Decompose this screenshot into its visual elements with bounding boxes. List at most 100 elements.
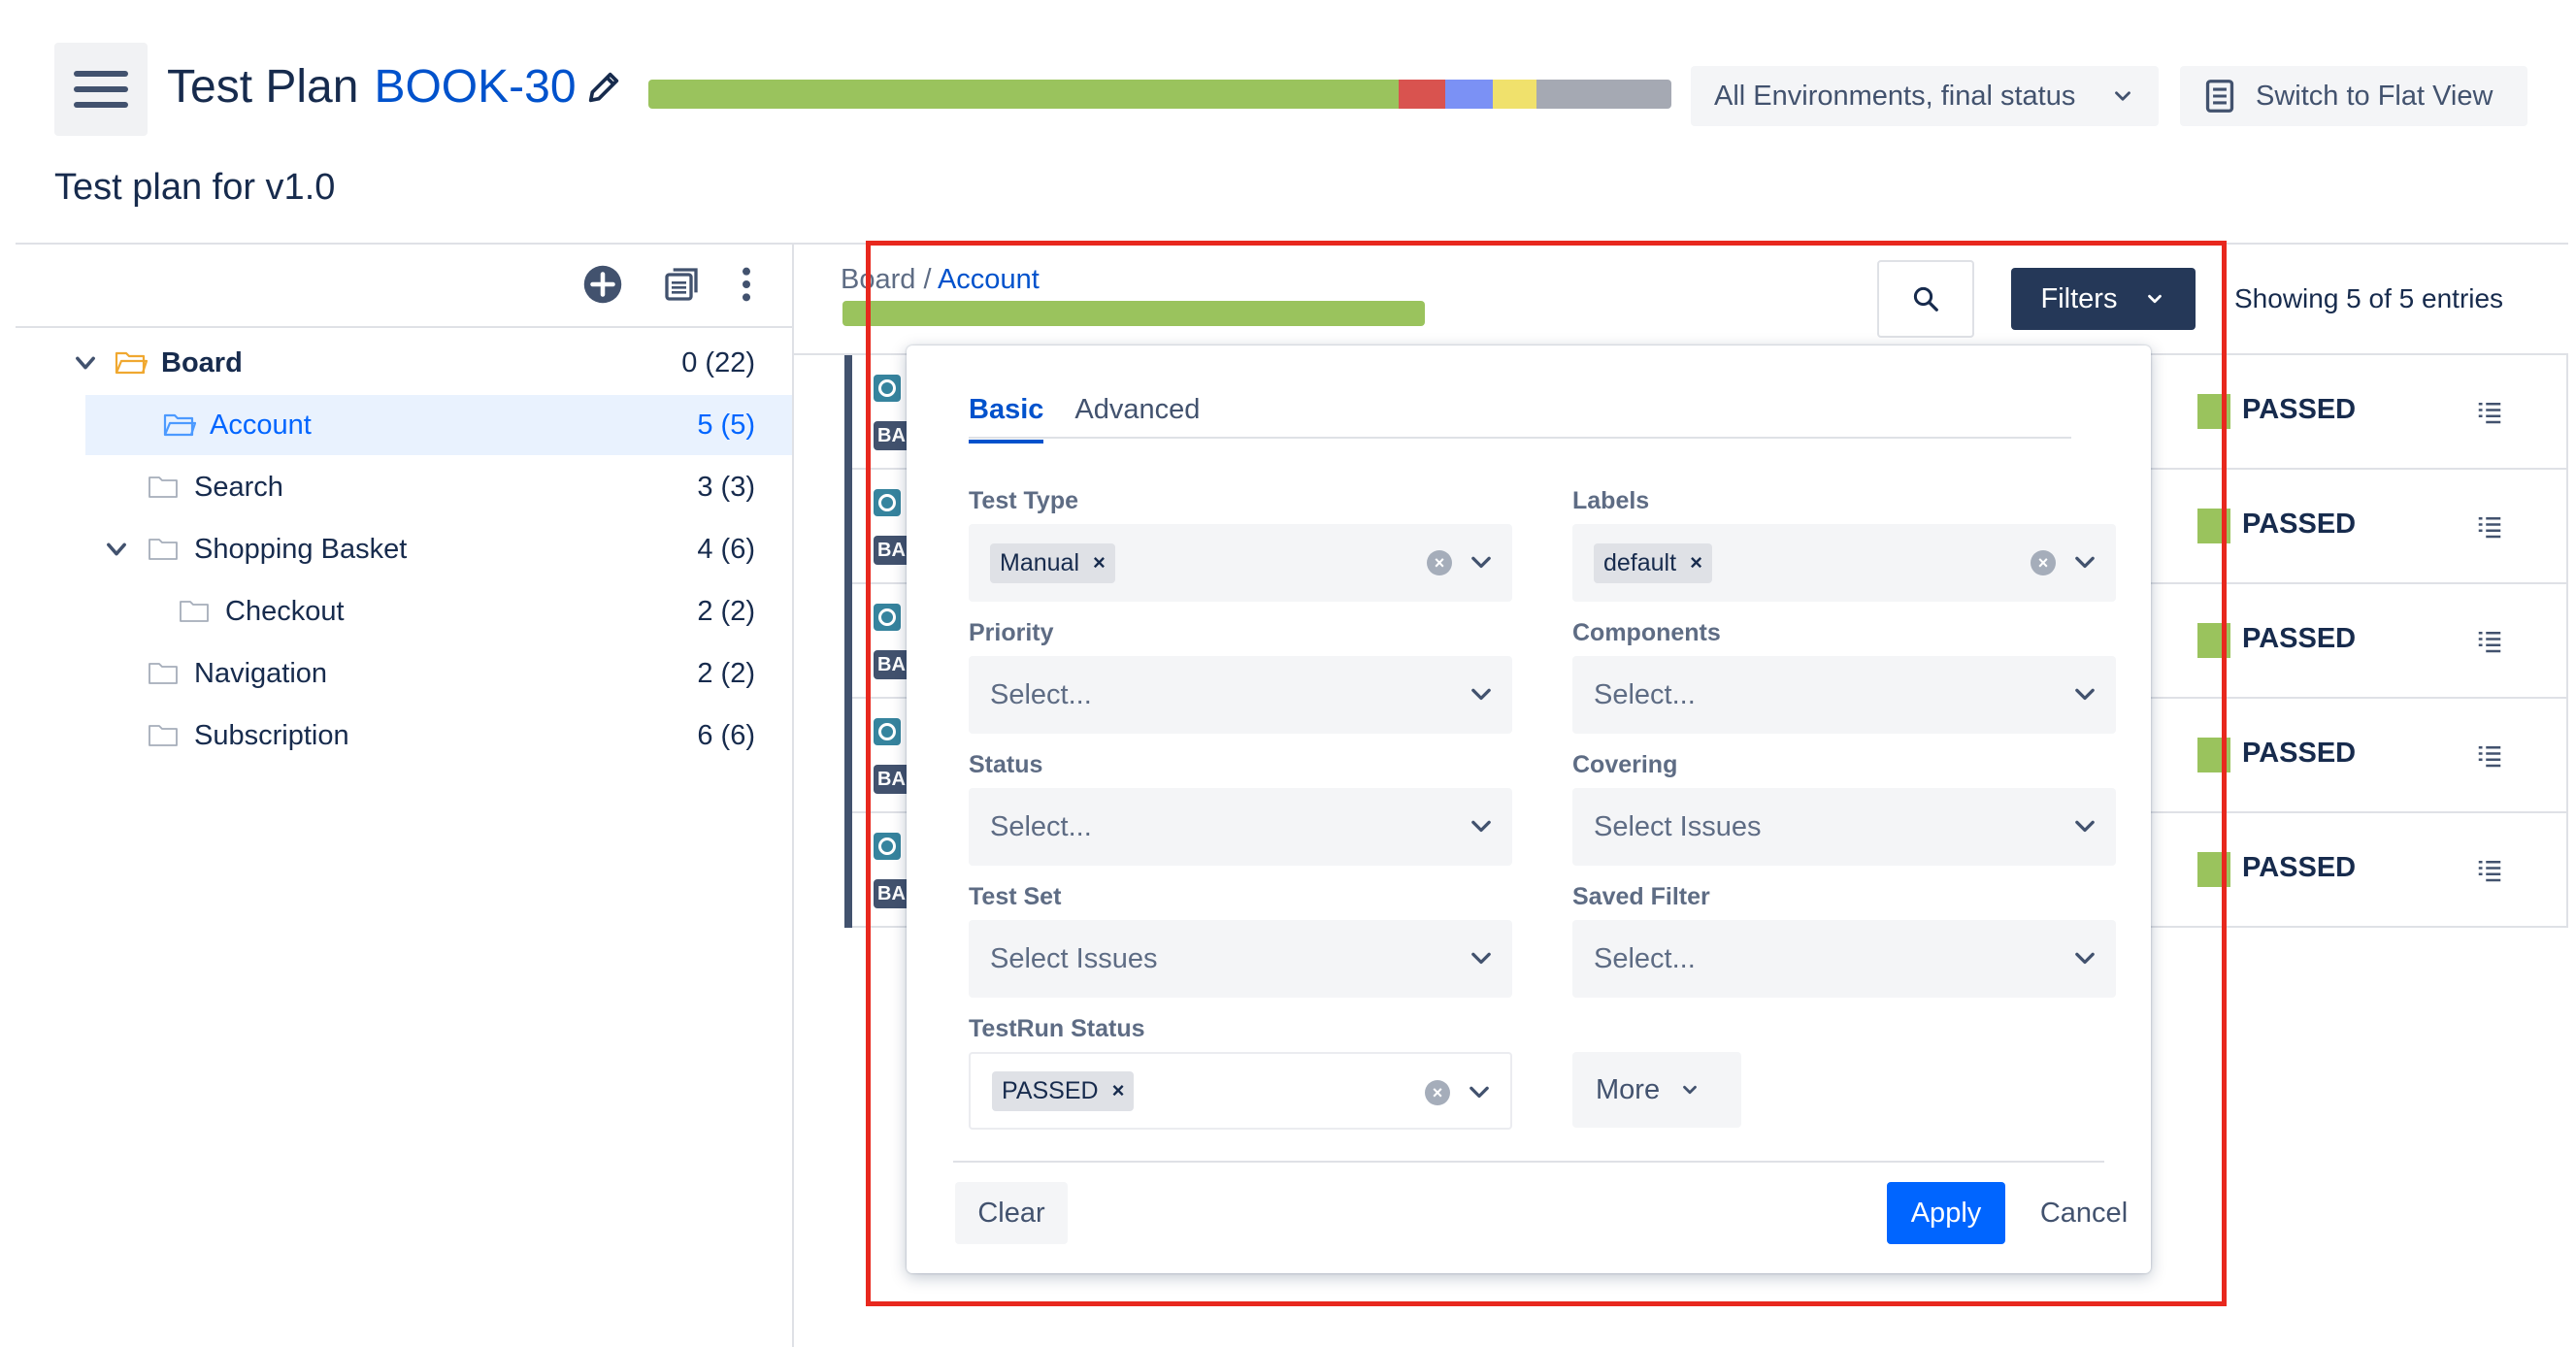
execution-details-icon[interactable]	[2475, 741, 2504, 771]
tree-item-subscription[interactable]: Subscription 6 (6)	[16, 706, 792, 766]
chip-remove-icon[interactable]: ×	[1112, 1078, 1125, 1103]
status-placeholder: Select...	[990, 810, 1092, 842]
issue-key-link[interactable]: BOOK-30	[374, 60, 576, 114]
chevron-down-icon[interactable]	[1468, 813, 1495, 840]
components-label: Components	[1572, 619, 1721, 646]
chevron-down-icon[interactable]	[2071, 945, 2098, 972]
row-accent	[844, 584, 852, 699]
tree-toolbar	[582, 264, 753, 305]
tree-item-label: Board	[161, 346, 243, 378]
tabs-divider	[969, 437, 2071, 439]
execution-details-icon[interactable]	[2475, 627, 2504, 656]
test-status: PASSED	[2242, 394, 2357, 425]
clear-selection-icon[interactable]: ×	[2031, 550, 2056, 575]
chevron-down-icon	[2115, 91, 2130, 101]
tree-item-label: Account	[210, 409, 312, 441]
chevron-down-icon[interactable]	[1468, 549, 1495, 576]
covering-label: Covering	[1572, 751, 1678, 778]
execution-details-icon[interactable]	[2475, 512, 2504, 542]
chevron-down-icon[interactable]	[2071, 681, 2098, 708]
tree-item-label: Search	[194, 471, 283, 503]
more-options-icon[interactable]	[740, 265, 753, 304]
more-filters-label: More	[1596, 1073, 1661, 1105]
progress-segment-todo	[1492, 80, 1536, 109]
chevron-down-icon[interactable]	[72, 349, 99, 377]
test-type-select[interactable]: Manual × ×	[969, 524, 1512, 602]
status-label: Status	[969, 751, 1043, 778]
tree-item-navigation[interactable]: Navigation 2 (2)	[16, 643, 792, 704]
saved-filter-select[interactable]: Select...	[1572, 920, 2116, 998]
tree-item-search[interactable]: Search 3 (3)	[16, 457, 792, 517]
apply-button[interactable]: Apply	[1887, 1182, 2005, 1244]
tree-item-board[interactable]: Board 0 (22)	[16, 333, 792, 393]
execution-details-icon[interactable]	[2475, 398, 2504, 427]
chevron-down-icon[interactable]	[2071, 813, 2098, 840]
list-view-icon	[2205, 80, 2234, 113]
tree-item-count: 3 (3)	[697, 471, 755, 503]
tree-item-label: Subscription	[194, 719, 349, 751]
labels-chip: default ×	[1594, 542, 1712, 583]
progress-segment-other	[1536, 80, 1671, 109]
covering-placeholder: Select Issues	[1594, 810, 1762, 842]
tree-item-label: Shopping Basket	[194, 533, 408, 565]
tree-item-count: 4 (6)	[697, 533, 755, 565]
collapse-all-icon[interactable]	[662, 265, 701, 304]
overall-progress-bar[interactable]	[648, 80, 1671, 109]
progress-segment-executing	[1445, 80, 1493, 109]
test-set-label: Test Set	[969, 883, 1062, 910]
priority-placeholder: Select...	[990, 678, 1092, 710]
menu-line	[74, 71, 128, 77]
cancel-button[interactable]: Cancel	[2031, 1182, 2137, 1244]
test-set-select[interactable]: Select Issues	[969, 920, 1512, 998]
clear-button[interactable]: Clear	[955, 1182, 1068, 1244]
components-select[interactable]: Select...	[1572, 656, 2116, 734]
priority-select[interactable]: Select...	[969, 656, 1512, 734]
switch-flat-view-label: Switch to Flat View	[2256, 80, 2493, 112]
test-set-placeholder: Select Issues	[990, 942, 1158, 974]
entries-count: Showing 5 of 5 entries	[2234, 283, 2504, 313]
testrun-status-select[interactable]: PASSED × ×	[969, 1052, 1512, 1130]
test-type-chip: Manual ×	[990, 542, 1115, 583]
testrun-status-chip: PASSED ×	[992, 1070, 1135, 1111]
chevron-down-icon[interactable]	[2071, 549, 2098, 576]
chevron-down-icon[interactable]	[1468, 681, 1495, 708]
tree-toolbar-divider	[16, 326, 792, 328]
environment-select[interactable]: All Environments, final status	[1691, 66, 2159, 126]
progress-segment-failed	[1398, 80, 1446, 109]
menu-line	[74, 86, 128, 92]
table-right-border	[2566, 355, 2568, 928]
folder-open-icon	[163, 413, 196, 437]
hamburger-menu-button[interactable]	[54, 43, 148, 136]
tree-item-count: 0 (22)	[681, 346, 755, 378]
labels-label: Labels	[1572, 487, 1650, 514]
tree-item-account[interactable]: Account 5 (5)	[85, 395, 792, 455]
popup-footer-divider	[953, 1161, 2104, 1163]
pencil-icon[interactable]	[584, 68, 623, 107]
tree-item-count: 2 (2)	[697, 657, 755, 689]
chevron-down-icon[interactable]	[1468, 945, 1495, 972]
plan-summary: Test plan for v1.0	[54, 167, 336, 208]
test-type-label: Test Type	[969, 487, 1078, 514]
chip-remove-icon[interactable]: ×	[1690, 550, 1702, 575]
tree-item-shopping-basket[interactable]: Shopping Basket 4 (6)	[16, 519, 792, 579]
labels-select[interactable]: default × ×	[1572, 524, 2116, 602]
components-placeholder: Select...	[1594, 678, 1696, 710]
row-accent	[844, 813, 852, 928]
tree-item-checkout[interactable]: Checkout 2 (2)	[16, 581, 792, 641]
chip-remove-icon[interactable]: ×	[1093, 550, 1106, 575]
saved-filter-label: Saved Filter	[1572, 883, 1710, 910]
chevron-down-icon[interactable]	[1466, 1079, 1493, 1106]
add-folder-icon[interactable]	[582, 264, 623, 305]
clear-selection-icon[interactable]: ×	[1425, 1080, 1450, 1105]
test-status: PASSED	[2242, 738, 2357, 769]
clear-selection-icon[interactable]: ×	[1427, 550, 1452, 575]
chevron-down-icon[interactable]	[103, 536, 130, 563]
tree-item-label: Navigation	[194, 657, 328, 689]
more-filters-button[interactable]: More	[1572, 1052, 1741, 1128]
status-select[interactable]: Select...	[969, 788, 1512, 866]
switch-flat-view-button[interactable]: Switch to Flat View	[2180, 66, 2527, 126]
progress-segment-passed	[648, 80, 1399, 109]
covering-select[interactable]: Select Issues	[1572, 788, 2116, 866]
execution-details-icon[interactable]	[2475, 856, 2504, 885]
tree-item-label: Checkout	[225, 595, 345, 627]
